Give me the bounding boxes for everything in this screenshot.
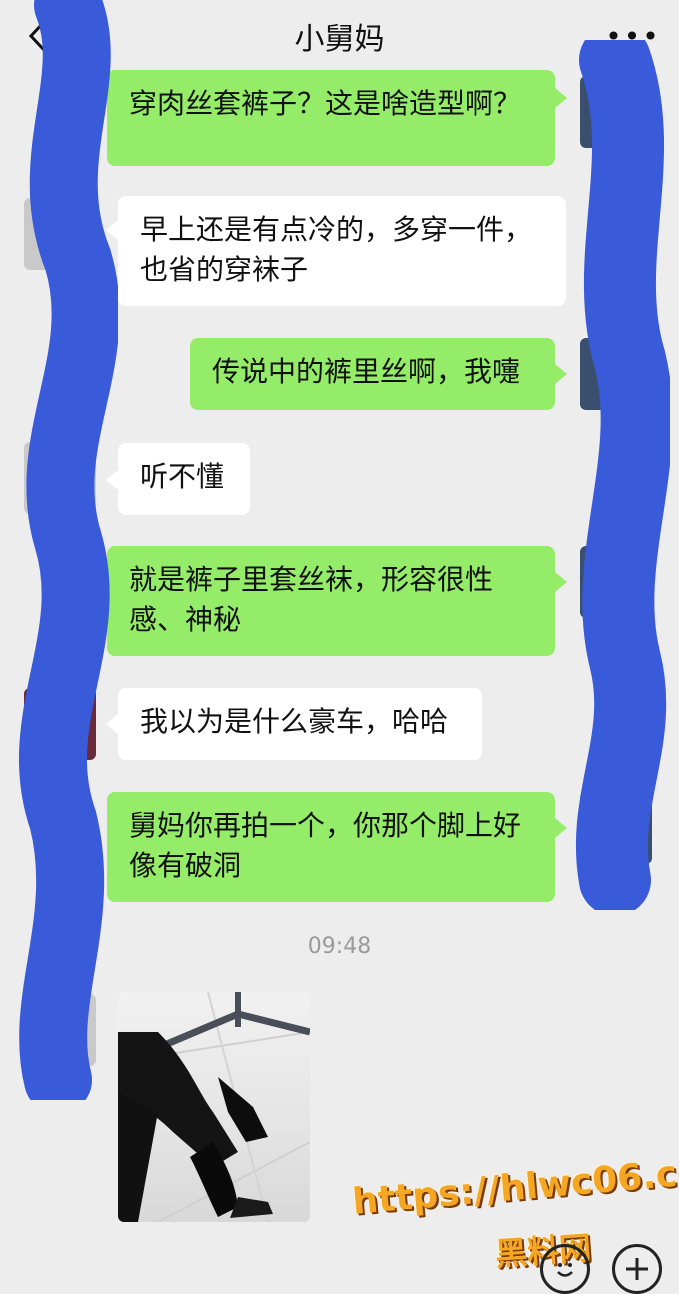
emoji-button[interactable]	[540, 1244, 590, 1294]
incoming-message[interactable]: 早上还是有点冷的，多穿一件，也省的穿袜子	[118, 196, 566, 306]
message-text: 听不懂	[140, 460, 225, 493]
message-text: 舅妈你再拍一个，你那个脚上好像有破洞	[129, 809, 522, 882]
message-text: 我以为是什么豪车，哈哈	[140, 705, 449, 738]
scribble-overlay-right	[575, 40, 670, 910]
photo-content	[118, 992, 310, 1222]
outgoing-message[interactable]: 舅妈你再拍一个，你那个脚上好像有破洞	[107, 792, 555, 902]
outgoing-message[interactable]: 穿肉丝套裤子？这是啥造型啊？	[107, 70, 555, 166]
message-text: 传说中的裤里丝啊，我嚏	[212, 355, 521, 388]
plus-icon	[626, 1258, 648, 1280]
scribble-overlay-left	[18, 0, 118, 1100]
image-message[interactable]	[118, 992, 310, 1222]
incoming-message[interactable]: 听不懂	[118, 443, 250, 515]
outgoing-message[interactable]: 就是裤子里套丝袜，形容很性感、神秘	[107, 546, 555, 656]
incoming-message[interactable]: 我以为是什么豪车，哈哈	[118, 688, 482, 760]
watermark-url: https://hlwc06.com	[350, 1148, 679, 1223]
message-text: 穿肉丝套裤子？这是啥造型啊？	[129, 87, 522, 120]
message-text: 早上还是有点冷的，多穿一件，也省的穿袜子	[140, 213, 533, 286]
chat-title: 小舅妈	[294, 22, 385, 57]
more-functions-button[interactable]	[612, 1244, 662, 1294]
message-text: 就是裤子里套丝袜，形容很性感、神秘	[129, 563, 494, 636]
outgoing-message[interactable]: 传说中的裤里丝啊，我嚏	[190, 338, 555, 410]
